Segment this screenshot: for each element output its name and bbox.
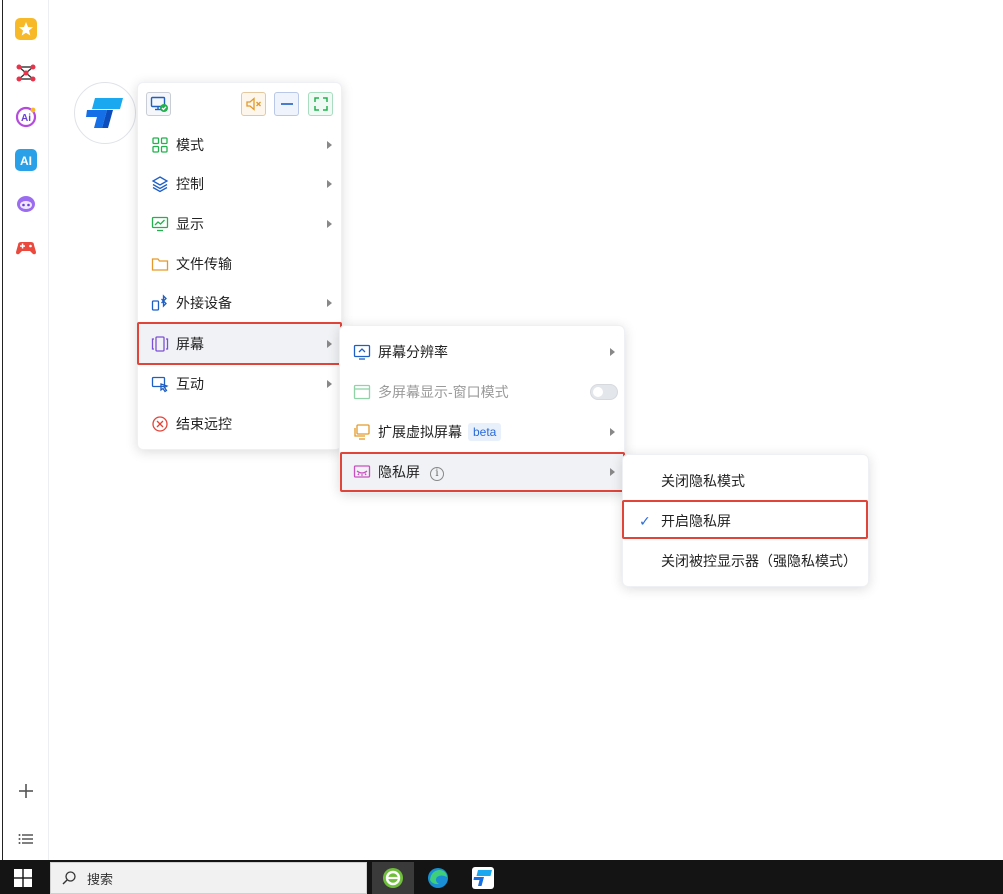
menu-item-label: 结束远控 <box>176 416 232 432</box>
privacy-option-label: 关闭隐私模式 <box>661 473 745 489</box>
check-icon: ✓ <box>639 512 651 529</box>
window-mode-icon <box>353 383 371 401</box>
ai-icon[interactable]: AI <box>15 149 37 171</box>
menu-item-label: 外接设备 <box>176 295 232 311</box>
privacy-option-enable[interactable]: ✓ 开启隐私屏 <box>623 501 868 541</box>
menu-item-interaction[interactable]: 互动 <box>138 364 341 404</box>
chat-bot-icon[interactable] <box>15 193 37 215</box>
chevron-right-icon <box>327 220 332 228</box>
grid-icon <box>151 136 169 154</box>
submenu-item-label: 屏幕分辨率 <box>378 344 448 360</box>
privacy-submenu: 关闭隐私模式 ✓ 开启隐私屏 关闭被控显示器（强隐私模式） <box>622 454 869 587</box>
mute-icon <box>245 97 261 111</box>
fullscreen-icon <box>313 97 328 111</box>
menu-item-label: 显示 <box>176 216 204 232</box>
submenu-item-label: 扩展虚拟屏幕 beta <box>378 422 502 442</box>
virtual-screen-icon <box>353 423 371 441</box>
window-mode-toggle[interactable] <box>590 384 618 400</box>
windows-start-icon[interactable] <box>14 869 32 887</box>
plus-icon[interactable] <box>15 780 37 802</box>
submenu-item-resolution[interactable]: 屏幕分辨率 <box>340 332 624 372</box>
svg-text:Ai: Ai <box>21 113 31 124</box>
network-icon[interactable] <box>15 62 37 84</box>
menu-item-display[interactable]: 显示 <box>138 204 341 244</box>
layers-icon <box>151 175 169 193</box>
interaction-icon <box>151 375 169 393</box>
menu-item-control[interactable]: 控制 <box>138 164 341 204</box>
bluetooth-device-icon <box>151 294 169 312</box>
ai-assistant-icon[interactable]: Ai <box>15 106 37 128</box>
info-icon[interactable]: i <box>430 467 444 481</box>
folder-icon <box>151 255 169 273</box>
minimize-icon <box>280 103 293 105</box>
todesk-floating-logo[interactable] <box>74 82 136 144</box>
menu-toolbar <box>146 92 333 116</box>
menu-item-end-remote[interactable]: 结束远控 <box>138 404 341 444</box>
todesk-logo-icon <box>86 98 123 128</box>
menu-item-label: 文件传输 <box>176 256 232 272</box>
fullscreen-button[interactable] <box>308 92 333 116</box>
screen-submenu: 屏幕分辨率 多屏幕显示-窗口模式 扩展虚拟屏幕 beta 隐私屏 i <box>339 325 625 493</box>
screen-check-icon <box>150 96 168 112</box>
gamepad-icon[interactable] <box>15 237 37 259</box>
privacy-option-label: 关闭被控显示器（强隐私模式） <box>661 553 857 569</box>
beta-badge: beta <box>468 423 502 441</box>
close-circle-icon <box>151 415 169 433</box>
privacy-option-disable[interactable]: 关闭隐私模式 <box>623 461 868 501</box>
chevron-right-icon <box>327 380 332 388</box>
menu-item-mode[interactable]: 模式 <box>138 125 341 165</box>
menu-item-label: 控制 <box>176 176 204 192</box>
submenu-item-virtual-screen[interactable]: 扩展虚拟屏幕 beta <box>340 412 624 452</box>
green-browser-icon[interactable] <box>372 862 414 894</box>
star-icon[interactable] <box>15 18 37 40</box>
chevron-right-icon <box>327 340 332 348</box>
chevron-right-icon <box>610 348 615 356</box>
chevron-right-icon <box>610 468 615 476</box>
search-label: 搜索 <box>87 871 114 887</box>
mute-button[interactable] <box>241 92 266 116</box>
svg-text:AI: AI <box>20 154 32 168</box>
privacy-option-label: 开启隐私屏 <box>661 513 731 529</box>
edge-icon[interactable] <box>417 862 459 894</box>
taskbar-search[interactable]: 搜索 <box>50 862 367 894</box>
submenu-item-label: 隐私屏 i <box>378 462 444 482</box>
menu-item-label: 模式 <box>176 137 204 153</box>
submenu-item-privacy-screen[interactable]: 隐私屏 i <box>340 452 624 492</box>
menu-item-label: 互动 <box>176 376 204 392</box>
privacy-option-strong[interactable]: 关闭被控显示器（强隐私模式） <box>623 541 868 581</box>
chevron-right-icon <box>610 428 615 436</box>
menu-item-file-transfer[interactable]: 文件传输 <box>138 244 341 284</box>
resolution-icon <box>353 343 371 361</box>
list-icon[interactable] <box>15 828 37 850</box>
screen-check-button[interactable] <box>146 92 171 116</box>
left-sidebar: Ai AI <box>3 0 49 860</box>
menu-item-screen[interactable]: 屏幕 <box>138 324 341 364</box>
chevron-right-icon <box>327 141 332 149</box>
menu-item-external-devices[interactable]: 外接设备 <box>138 283 341 323</box>
menu-item-label: 屏幕 <box>176 336 204 352</box>
taskbar: 搜索 <box>0 860 1003 894</box>
remote-control-menu: 模式 控制 显示 文件传输 外接设备 屏幕 互动 结束远控 <box>137 82 342 450</box>
minimize-button[interactable] <box>274 92 299 116</box>
search-icon <box>61 870 77 886</box>
privacy-screen-icon <box>353 463 371 481</box>
chevron-right-icon <box>327 180 332 188</box>
submenu-item-window-mode[interactable]: 多屏幕显示-窗口模式 <box>340 372 624 412</box>
monitor-chart-icon <box>151 215 169 233</box>
chevron-right-icon <box>327 299 332 307</box>
submenu-item-label: 多屏幕显示-窗口模式 <box>378 384 509 400</box>
todesk-icon[interactable] <box>462 862 504 894</box>
screen-icon <box>151 335 169 353</box>
